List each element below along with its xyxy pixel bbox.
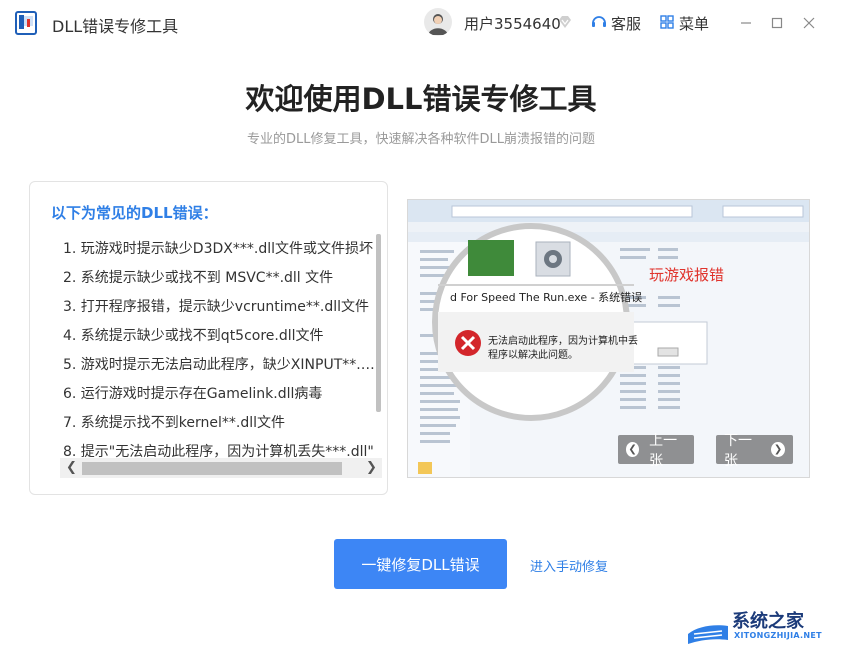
next-slide-button[interactable]: 下一张 ❯ bbox=[716, 433, 793, 469]
scroll-right-icon[interactable]: ❯ bbox=[366, 460, 377, 475]
list-item: 5. 游戏时提示无法启动此程序，缺少XINPUT**.dll文件 bbox=[63, 357, 375, 373]
page-subtitle: 专业的DLL修复工具，快速解决各种软件DLL崩溃报错的问题 bbox=[247, 132, 595, 147]
chevron-left-icon: ❮ bbox=[626, 442, 640, 457]
minimize-icon bbox=[741, 22, 751, 24]
grid-menu-icon[interactable] bbox=[660, 15, 674, 29]
list-item: 7. 系统提示找不到kernel**.dll文件 bbox=[63, 415, 286, 431]
maximize-icon bbox=[771, 17, 783, 29]
avatar[interactable] bbox=[424, 8, 452, 36]
watermark-url: XITONGZHIJIA.NET bbox=[734, 631, 822, 640]
list-item: 2. 系统提示缺少或找不到 MSVC**.dll 文件 bbox=[63, 270, 334, 286]
prev-slide-label: 上一张 bbox=[649, 432, 678, 469]
app-logo-icon bbox=[15, 11, 37, 35]
vertical-scrollbar[interactable] bbox=[376, 234, 381, 412]
error-dialog-message: 程序以解决此问题。 bbox=[488, 350, 578, 361]
menu-button[interactable]: 菜单 bbox=[679, 13, 709, 34]
list-item: 3. 打开程序报错，提示缺少vcruntime**.dll文件 bbox=[63, 299, 370, 315]
maximize-button[interactable] bbox=[766, 12, 788, 34]
error-dialog-title: d For Speed The Run.exe - 系统错误 bbox=[450, 291, 643, 304]
page-title: 欢迎使用DLL错误专修工具 bbox=[245, 82, 597, 116]
list-item: 4. 系统提示缺少或找不到qt5core.dll文件 bbox=[63, 328, 324, 344]
list-title: 以下为常见的DLL错误： bbox=[51, 204, 218, 222]
support-button[interactable]: 客服 bbox=[611, 13, 641, 34]
title-bar: DLL错误专修工具 用户3554640 客服 菜单 bbox=[0, 0, 842, 46]
scroll-left-icon[interactable]: ❮ bbox=[66, 460, 77, 475]
list-item: 6. 运行游戏时提示存在Gamelink.dll病毒 bbox=[63, 386, 323, 402]
minimize-button[interactable] bbox=[735, 12, 757, 34]
carousel-caption: 玩游戏报错 bbox=[649, 266, 725, 284]
app-title: DLL错误专修工具 bbox=[52, 17, 179, 36]
close-icon bbox=[803, 17, 815, 29]
headset-icon[interactable] bbox=[591, 14, 607, 30]
prev-slide-button[interactable]: ❮ 上一张 bbox=[618, 433, 694, 469]
user-name[interactable]: 用户3554640 bbox=[464, 13, 561, 34]
close-button[interactable] bbox=[798, 12, 820, 34]
error-dialog-message: 无法启动此程序，因为计算机中丢 bbox=[488, 336, 638, 347]
chevron-right-icon: ❯ bbox=[771, 442, 785, 457]
next-slide-label: 下一张 bbox=[724, 432, 752, 469]
one-click-repair-button[interactable]: 一键修复DLL错误 bbox=[334, 539, 507, 589]
user-icon bbox=[428, 14, 448, 35]
manual-repair-link[interactable]: 进入手动修复 bbox=[530, 556, 608, 575]
list-item: 1. 玩游戏时提示缺少D3DX***.dll文件或文件损坏 bbox=[63, 241, 373, 257]
watermark-text: 系统之家 bbox=[732, 611, 804, 632]
dll-error-list-panel: 以下为常见的DLL错误： 1. 玩游戏时提示缺少D3DX***.dll文件或文件… bbox=[29, 181, 388, 495]
horizontal-scroll-thumb[interactable] bbox=[82, 462, 342, 475]
example-carousel: d For Speed The Run.exe - 系统错误 无法启动此程序，因… bbox=[407, 199, 810, 478]
vip-diamond-icon[interactable] bbox=[558, 15, 572, 29]
dll-error-list: 1. 玩游戏时提示缺少D3DX***.dll文件或文件损坏 2. 系统提示缺少或… bbox=[63, 238, 375, 460]
